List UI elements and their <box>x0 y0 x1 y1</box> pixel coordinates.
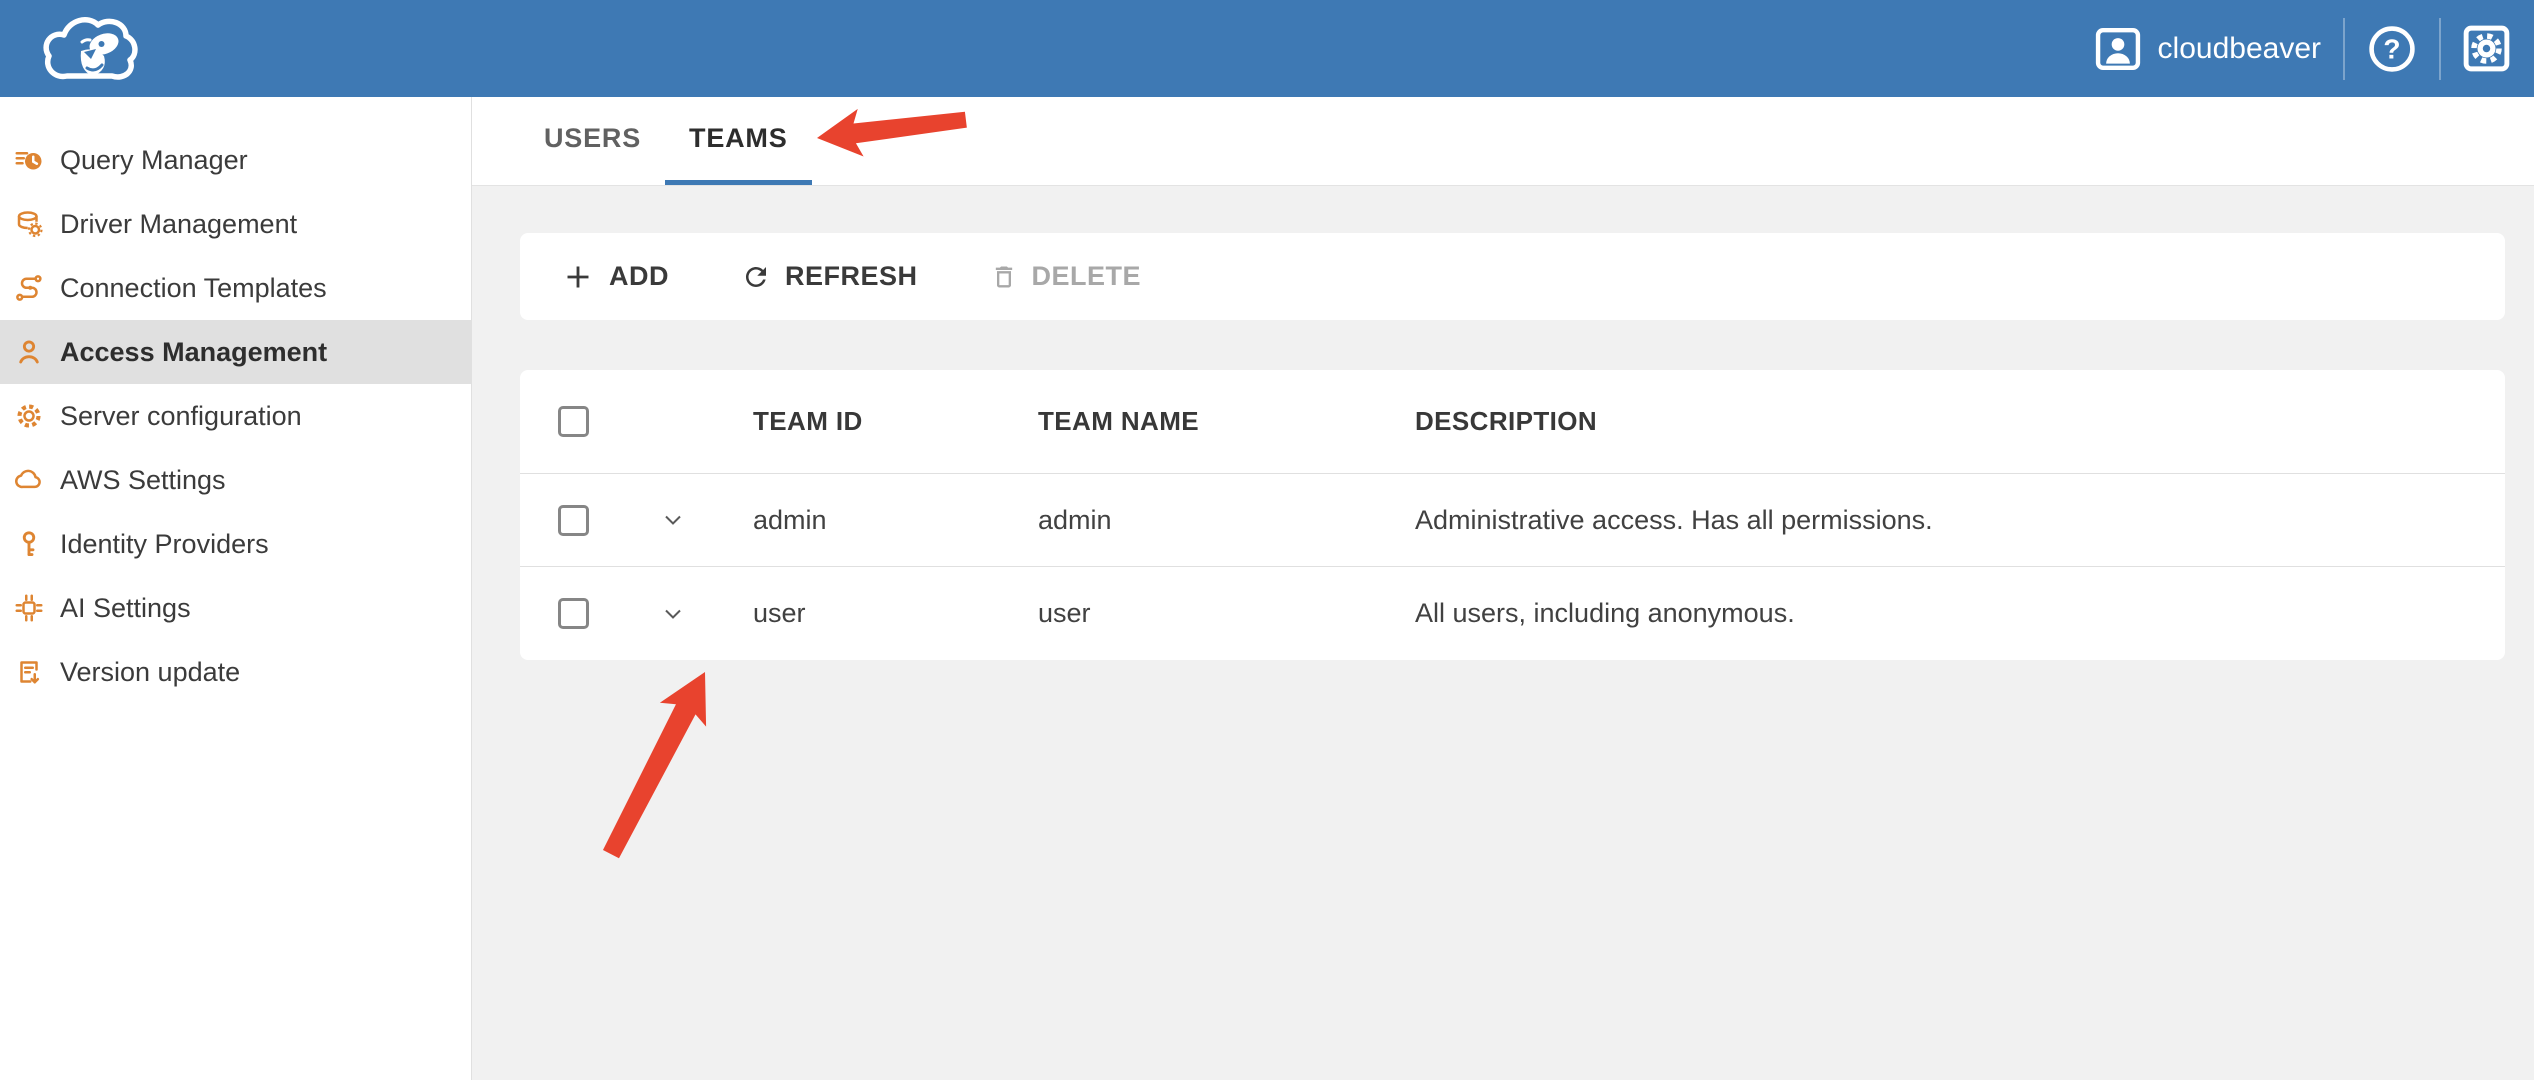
table-row-user[interactable]: user user All users, including anonymous… <box>520 567 2505 660</box>
row-checkbox[interactable] <box>558 598 589 629</box>
tab-users[interactable]: USERS <box>520 97 665 185</box>
sidebar-item-label: Identity Providers <box>60 529 269 560</box>
cell-team-id: admin <box>708 505 1038 536</box>
column-header-description: DESCRIPTION <box>1415 406 2505 437</box>
sidebar-item-label: Driver Management <box>60 209 297 240</box>
tab-bar: USERS TEAMS <box>472 97 2534 186</box>
sidebar-item-server-configuration[interactable]: Server configuration <box>0 384 471 448</box>
sidebar-item-label: Query Manager <box>60 145 248 176</box>
access-management-icon <box>14 337 44 367</box>
user-menu-button[interactable]: cloudbeaver <box>2094 26 2321 72</box>
refresh-icon <box>741 262 771 292</box>
identity-providers-icon <box>14 529 44 559</box>
ai-settings-icon <box>14 593 44 623</box>
column-header-team-id: TEAM ID <box>708 406 1038 437</box>
query-manager-icon <box>14 145 44 175</box>
help-glyph: ? <box>2383 33 2400 64</box>
username-label: cloudbeaver <box>2158 32 2321 66</box>
plus-icon <box>561 260 595 294</box>
chevron-down-icon[interactable] <box>658 599 688 629</box>
cloudbeaver-logo-icon <box>38 13 142 85</box>
refresh-button-label: REFRESH <box>785 261 918 292</box>
aws-settings-icon <box>14 465 44 495</box>
sidebar-item-driver-management[interactable]: Driver Management <box>0 192 471 256</box>
sidebar-item-label: AI Settings <box>60 593 191 624</box>
sidebar-item-query-manager[interactable]: Query Manager <box>0 128 471 192</box>
cell-team-name: admin <box>1038 505 1415 536</box>
sidebar-item-aws-settings[interactable]: AWS Settings <box>0 448 471 512</box>
sidebar-item-label: Access Management <box>60 337 327 368</box>
table-row-admin[interactable]: admin admin Administrative access. Has a… <box>520 474 2505 567</box>
header-divider <box>2343 18 2345 80</box>
select-all-checkbox[interactable] <box>558 406 589 437</box>
cell-team-id: user <box>708 598 1038 629</box>
connection-templates-icon <box>14 273 44 303</box>
main-area: USERS TEAMS ADD <box>472 97 2534 1080</box>
cell-description: All users, including anonymous. <box>1415 598 2505 629</box>
user-avatar-icon <box>2094 26 2142 72</box>
delete-button[interactable]: DELETE <box>990 261 1142 292</box>
sidebar-item-label: Connection Templates <box>60 273 327 304</box>
tab-teams[interactable]: TEAMS <box>665 97 812 185</box>
page-body: Query Manager Driver Management <box>0 97 2534 1080</box>
cloudbeaver-admin-page: cloudbeaver ? <box>0 0 2534 1080</box>
add-button[interactable]: ADD <box>561 260 669 294</box>
sidebar-item-connection-templates[interactable]: Connection Templates <box>0 256 471 320</box>
sidebar-item-identity-providers[interactable]: Identity Providers <box>0 512 471 576</box>
sidebar-item-label: AWS Settings <box>60 465 226 496</box>
header-actions: cloudbeaver ? <box>2094 18 2510 80</box>
server-configuration-icon <box>14 401 44 431</box>
cell-team-name: user <box>1038 598 1415 629</box>
teams-table: TEAM ID TEAM NAME DESCRIPTION admin admi… <box>520 370 2505 660</box>
refresh-button[interactable]: REFRESH <box>741 261 918 292</box>
teams-toolbar: ADD REFRESH <box>520 233 2505 320</box>
admin-sidebar: Query Manager Driver Management <box>0 97 472 1080</box>
teams-content: ADD REFRESH <box>472 186 2534 1080</box>
column-header-team-name: TEAM NAME <box>1038 406 1415 437</box>
sidebar-item-ai-settings[interactable]: AI Settings <box>0 576 471 640</box>
sidebar-item-label: Version update <box>60 657 240 688</box>
driver-management-icon <box>14 209 44 239</box>
sidebar-item-access-management[interactable]: Access Management <box>0 320 471 384</box>
tab-label: USERS <box>544 123 641 154</box>
row-checkbox[interactable] <box>558 505 589 536</box>
chevron-down-icon[interactable] <box>658 505 688 535</box>
sidebar-item-label: Server configuration <box>60 401 302 432</box>
delete-button-label: DELETE <box>1032 261 1142 292</box>
trash-icon <box>990 263 1018 291</box>
tab-label: TEAMS <box>689 123 788 154</box>
top-header-bar: cloudbeaver ? <box>0 0 2534 97</box>
sidebar-item-version-update[interactable]: Version update <box>0 640 471 704</box>
add-button-label: ADD <box>609 261 669 292</box>
table-header-row: TEAM ID TEAM NAME DESCRIPTION <box>520 370 2505 474</box>
version-update-icon <box>14 657 44 687</box>
cell-description: Administrative access. Has all permissio… <box>1415 505 2505 536</box>
settings-button[interactable] <box>2463 25 2510 72</box>
help-button[interactable]: ? <box>2367 24 2417 74</box>
header-divider <box>2439 18 2441 80</box>
